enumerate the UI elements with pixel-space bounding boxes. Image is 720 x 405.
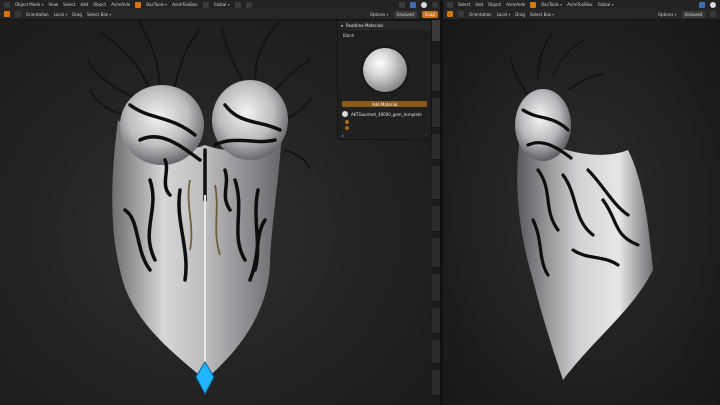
select-tool-icon[interactable] (4, 11, 10, 17)
material-icon (342, 111, 348, 117)
menu-object[interactable]: Object (93, 2, 106, 7)
left-tool-settings-bar: Orientation Local Drag Select Box Option… (0, 9, 442, 20)
transform-orientation-select[interactable]: Global (214, 2, 230, 7)
menu-object[interactable]: Object (488, 2, 501, 7)
material-shading-icon[interactable] (432, 1, 438, 8)
drag-select[interactable]: Select Box (530, 12, 554, 17)
editor-type-icon[interactable] (447, 1, 453, 8)
sidebar-tabs (432, 20, 440, 405)
solid-shading-icon[interactable] (421, 1, 427, 8)
right-tool-settings-bar: Orientation Local Drag Select Box Option… (443, 9, 720, 20)
pivot-icon[interactable] (234, 1, 241, 8)
mode-select[interactable]: Object Mode (15, 2, 43, 7)
corset-model-side (510, 34, 653, 380)
move-icon[interactable] (15, 11, 21, 17)
visibility-icon[interactable] (399, 1, 405, 8)
sidebar-tab[interactable] (432, 64, 440, 92)
left-header-bar: Object Mode View Select Add Object AnimA… (0, 0, 442, 9)
options-menu[interactable]: Options (370, 12, 389, 17)
more-icon[interactable]: ⋯ (423, 133, 427, 138)
color-swatch-icon (345, 120, 349, 124)
right-3d-viewport[interactable] (443, 20, 720, 405)
bantools-menu[interactable]: BanTools (541, 2, 562, 7)
orientation-label: Orientation (469, 11, 492, 17)
menu-animaide[interactable]: AnimAide (111, 2, 130, 7)
drag-label: Drag (515, 11, 525, 17)
sidebar-tab[interactable] (432, 166, 440, 200)
gizmo-icon[interactable] (699, 1, 705, 8)
menu-add[interactable]: Add (80, 2, 88, 7)
sidebar-tab[interactable] (432, 98, 440, 128)
animtoolbox-menu[interactable]: AnimToolBox (172, 2, 197, 7)
drag-label: Drag (72, 11, 82, 17)
material-list-item[interactable]: AKTGourmet_40000_gem_template (338, 109, 431, 119)
move-icon[interactable] (458, 11, 464, 17)
unsaved-button[interactable]: Unsaved (681, 10, 705, 18)
options-menu[interactable]: Options (658, 12, 677, 17)
realtime-materials-panel: ▾ Realtime Materials Blank Add Material … (337, 20, 432, 140)
sidebar-tab[interactable] (432, 274, 440, 302)
editor-type-icon[interactable] (4, 1, 10, 8)
sidebar-tab[interactable] (432, 238, 440, 268)
sidebar-tab[interactable] (432, 308, 440, 334)
texture-icon (345, 126, 349, 130)
select-tool-icon[interactable] (447, 11, 453, 17)
drag-select[interactable]: Select Box (87, 12, 111, 17)
transform-orientation-select[interactable]: Global (598, 2, 614, 7)
right-header-bar: Select Add Object AnimAide BanTools Anim… (443, 0, 720, 9)
sidebar-tab[interactable] (432, 134, 440, 160)
panel-title: Realtime Materials (346, 23, 384, 28)
unsaved-button[interactable]: Unsaved (393, 10, 417, 18)
sidebar-tab[interactable] (432, 340, 440, 364)
addon-icon (530, 1, 537, 8)
sidebar-tab[interactable] (432, 206, 440, 232)
add-material-button[interactable]: Add Material (342, 101, 427, 107)
panel-header[interactable]: ▾ Realtime Materials (338, 21, 431, 30)
solid-shading-icon[interactable] (710, 1, 716, 8)
menu-select[interactable]: Select (458, 2, 470, 7)
menu-view[interactable]: View (48, 2, 58, 7)
orientation-select[interactable]: Local (497, 12, 511, 17)
preset-label: Blank (343, 32, 355, 38)
material-preview-sphere (362, 48, 407, 92)
menu-animaide[interactable]: AnimAide (506, 2, 525, 7)
transform-icon (202, 1, 209, 8)
material-preview[interactable] (339, 41, 431, 99)
thorn-spikes (510, 34, 604, 96)
menu-select[interactable]: Select (63, 2, 75, 7)
addon-icon (135, 1, 142, 8)
preset-select[interactable]: Blank (340, 31, 429, 39)
bantools-menu[interactable]: BanTools (146, 2, 167, 7)
snap-button[interactable]: Snap (421, 10, 438, 18)
collapse-arrow-icon[interactable]: ▾ (341, 23, 343, 28)
menu-add[interactable]: Add (475, 2, 483, 7)
gizmo-icon[interactable] (410, 1, 416, 8)
orientation-select[interactable]: Local (54, 12, 68, 17)
snap-icon[interactable] (245, 1, 252, 8)
expand-icon[interactable]: ▸ (342, 133, 344, 138)
orientation-label: Orientation (26, 11, 49, 17)
sidebar-tab[interactable] (432, 370, 440, 396)
sidebar-icon[interactable] (710, 11, 716, 17)
material-name: AKTGourmet_40000_gem_template (351, 111, 422, 117)
animtoolbox-menu[interactable]: AnimToolBox (567, 2, 592, 7)
panel-footer: ▸ ⋯ (338, 131, 431, 140)
sidebar-tab[interactable] (432, 20, 440, 42)
